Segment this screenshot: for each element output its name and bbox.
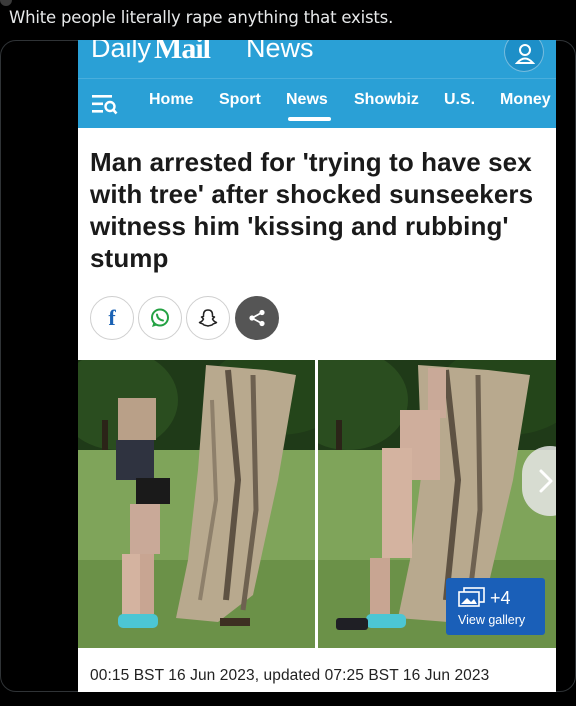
nav-us[interactable]: U.S. [444,91,475,109]
facebook-icon: f [108,305,116,330]
view-gallery-label: View gallery [458,613,526,627]
user-icon [515,44,535,64]
article-headline: Man arrested for 'trying to have sex wit… [90,147,534,273]
tweet-text: White people literally rape anything tha… [9,8,394,27]
nav-home[interactable]: Home [149,91,193,109]
author-avatar[interactable] [0,0,12,6]
masthead: Daily Mail News [78,40,556,78]
whatsapp-icon [151,308,169,327]
gallery-count: +4 [490,588,511,608]
masthead-news: News [246,40,314,63]
nav-showbiz[interactable]: Showbiz [354,91,419,109]
facebook-share-button[interactable]: f [90,296,134,340]
gallery-icon [458,587,485,607]
chevron-right-icon [539,469,553,493]
photo-gallery: +4 View gallery [78,360,556,648]
profile-button[interactable] [504,40,544,72]
article-timestamp: 00:15 BST 16 Jun 2023, updated 07:25 BST… [90,667,490,684]
snapchat-share-button[interactable] [186,296,230,340]
nav-news[interactable]: News [286,91,328,109]
view-gallery-button[interactable]: +4 View gallery [446,578,545,635]
menu-search-icon[interactable] [92,93,118,115]
nav-active-indicator [288,117,331,121]
whatsapp-share-button[interactable] [138,296,182,340]
snapchat-icon [198,309,218,327]
masthead-daily: Daily [91,40,152,63]
nav-money[interactable]: Money [500,91,551,109]
share-icon [249,309,265,327]
nav-sport[interactable]: Sport [219,91,261,109]
nav-bar: Home Sport News Showbiz U.S. Money [78,78,556,128]
article-screenshot: Daily Mail News Home Sport News Showbiz … [78,40,556,692]
masthead-mail: Mail [154,40,211,65]
gallery-photo-left[interactable] [78,360,315,648]
share-button[interactable] [235,296,279,340]
